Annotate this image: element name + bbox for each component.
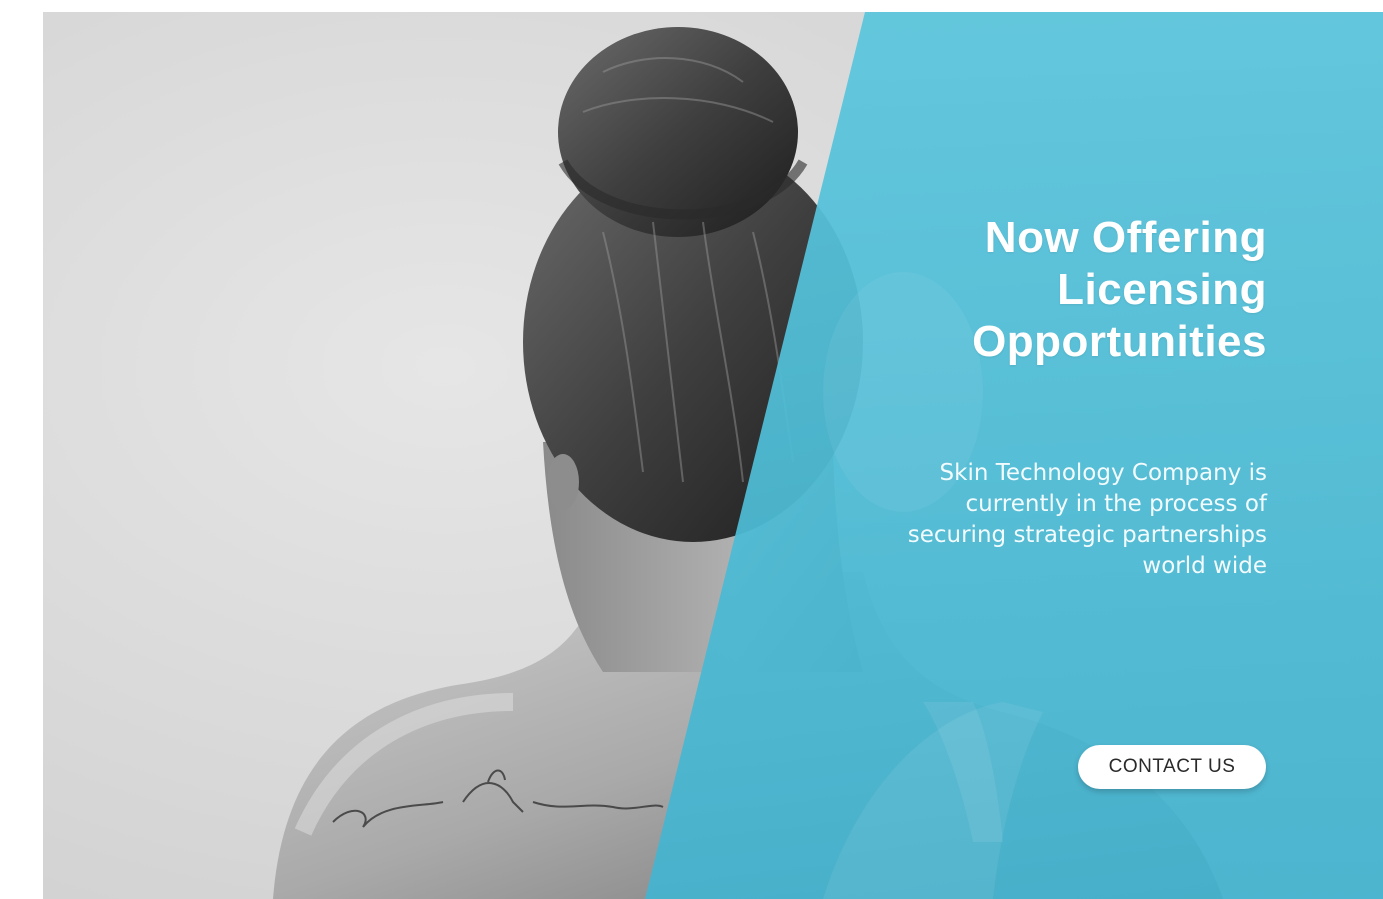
headline: Now Offering Licensing Opportunities [847,212,1267,368]
headline-line-2: Licensing [1057,265,1267,314]
headline-line-3: Opportunities [972,317,1267,366]
banner-content: Now Offering Licensing Opportunities Ski… [847,212,1267,582]
body-text: Skin Technology Company is currently in … [907,460,1267,579]
contact-us-button[interactable]: CONTACT US [1078,745,1266,789]
hero-banner: Now Offering Licensing Opportunities Ski… [43,12,1383,899]
headline-line-1: Now Offering [984,213,1267,262]
